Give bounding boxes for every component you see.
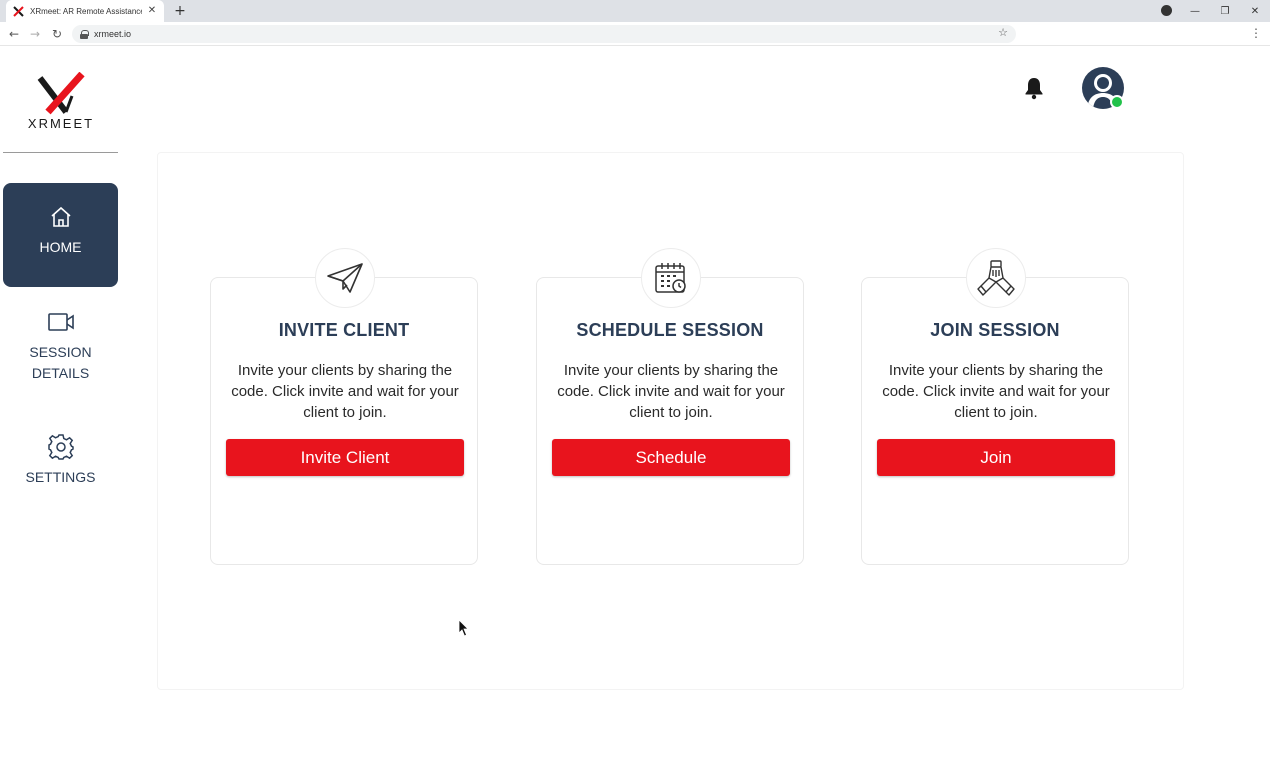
sidebar: XRMEET HOME SESSION DETAILS SETTINGS [0, 46, 124, 760]
online-status-badge [1110, 95, 1124, 109]
calendar-clock-icon [641, 248, 701, 308]
close-window-button[interactable]: ✕ [1240, 0, 1270, 22]
sidebar-item-session-details[interactable]: SESSION DETAILS [3, 308, 118, 392]
minimize-button[interactable]: — [1180, 0, 1210, 22]
tab-close-icon[interactable]: ✕ [146, 5, 158, 17]
address-bar-row: ← → ↻ xrmeet.io ☆ ⋮ [0, 22, 1270, 46]
sidebar-item-home[interactable]: HOME [3, 183, 118, 287]
home-icon [47, 203, 75, 231]
schedule-session-card: SCHEDULE SESSION Invite your clients by … [536, 248, 804, 565]
card-description: Invite your clients by sharing the code.… [557, 362, 785, 421]
invite-client-button[interactable]: Invite Client [226, 439, 464, 476]
browser-tab-bar: XRmeet: AR Remote Assistance & ✕ + — ❐ ✕ [0, 0, 1270, 22]
reload-button[interactable]: ↻ [49, 26, 65, 42]
url-field[interactable]: xrmeet.io ☆ [72, 25, 1016, 43]
card-title: SCHEDULE SESSION [576, 320, 764, 340]
forward-button[interactable]: → [27, 26, 43, 42]
invite-client-card: INVITE CLIENT Invite your clients by sha… [210, 248, 478, 565]
card-description: Invite your clients by sharing the code.… [231, 362, 459, 421]
back-button[interactable]: ← [6, 26, 22, 42]
sidebar-item-label: SESSION DETAILS [29, 344, 92, 381]
mouse-cursor-icon [458, 619, 469, 637]
paper-plane-icon [315, 248, 375, 308]
team-hands-icon [966, 248, 1026, 308]
join-button[interactable]: Join [877, 439, 1115, 476]
card-description: Invite your clients by sharing the code.… [882, 362, 1110, 421]
url-text: xrmeet.io [94, 29, 132, 39]
lock-icon [80, 29, 89, 39]
bookmark-star-icon[interactable]: ☆ [998, 26, 1008, 39]
logo-wordmark: XRMEET [27, 116, 95, 131]
browser-tab[interactable]: XRmeet: AR Remote Assistance & ✕ [6, 0, 164, 22]
sidebar-divider [3, 152, 118, 153]
browser-profile-icon[interactable] [1161, 5, 1172, 16]
join-session-card: JOIN SESSION Invite your clients by shar… [861, 248, 1129, 565]
restore-button[interactable]: ❐ [1210, 0, 1240, 22]
window-controls: — ❐ ✕ [1180, 0, 1270, 22]
tab-title: XRmeet: AR Remote Assistance & [30, 6, 142, 16]
sidebar-item-label: HOME [39, 239, 82, 255]
xrmeet-favicon-icon [12, 5, 24, 17]
new-tab-button[interactable]: + [172, 3, 188, 19]
sidebar-item-settings[interactable]: SETTINGS [3, 433, 118, 497]
bell-icon[interactable] [1022, 76, 1046, 100]
schedule-button[interactable]: Schedule [552, 439, 790, 476]
card-title: INVITE CLIENT [278, 320, 410, 340]
sidebar-item-label: SETTINGS [25, 469, 96, 485]
video-camera-icon [47, 308, 75, 336]
gear-icon [47, 433, 75, 461]
card-title: JOIN SESSION [930, 320, 1060, 340]
browser-menu-icon[interactable]: ⋮ [1250, 26, 1262, 40]
